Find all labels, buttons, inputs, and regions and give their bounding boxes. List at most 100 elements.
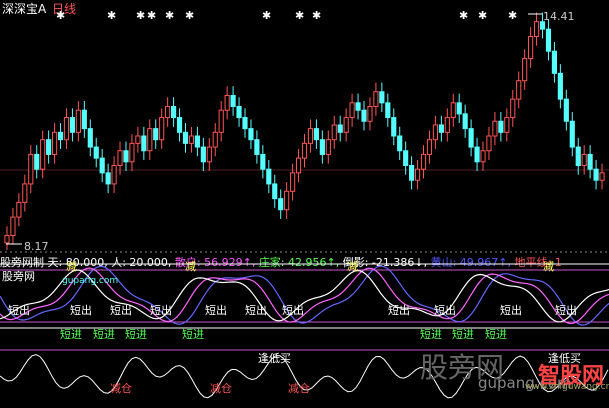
- reduce-mark: 减: [185, 260, 196, 273]
- candle-body: [99, 157, 105, 174]
- signal-star-icon: ✱: [312, 9, 322, 22]
- candle-body: [426, 139, 433, 155]
- candle-body: [165, 106, 171, 119]
- short-in-mark: 短进: [452, 328, 474, 341]
- candle-body: [236, 106, 242, 119]
- candle-body: [581, 153, 587, 166]
- short-out-mark: 短出: [245, 304, 267, 317]
- reduce-mark: 减: [543, 260, 554, 273]
- candle-body: [105, 172, 111, 185]
- signal-star-icon: ✱: [56, 9, 66, 22]
- candle-body: [75, 109, 81, 133]
- candle-body: [575, 146, 581, 166]
- short-out-mark: 短出: [388, 304, 410, 317]
- reduce-warehouse-mark: 减仓: [288, 382, 310, 395]
- candle-body: [587, 153, 593, 170]
- short-out-mark: 短出: [500, 304, 522, 317]
- candle-body: [248, 128, 254, 141]
- candle-body: [87, 128, 93, 148]
- candle-body: [117, 150, 123, 166]
- indicator-panel-2[interactable]: 逢低买 逢低买 减仓 减仓 减仓 股旁网 gupang.com 智股网 www.…: [0, 342, 609, 408]
- signal-star-icon: ✱: [478, 9, 488, 22]
- high-price-label: 14.41: [543, 10, 575, 23]
- candle-body: [313, 128, 319, 141]
- candle-body: [81, 109, 87, 130]
- candlestick-chart[interactable]: [0, 0, 609, 250]
- candle-body: [599, 172, 605, 181]
- candle-body: [51, 131, 58, 155]
- candle-body: [171, 106, 177, 119]
- candle-body: [385, 102, 391, 119]
- candle-body: [593, 168, 599, 181]
- reduce-warehouse-mark: 减仓: [110, 382, 132, 395]
- short-in-mark: 短进: [182, 328, 204, 341]
- candle-body: [456, 102, 462, 115]
- candle-body: [349, 102, 355, 119]
- candle-body: [22, 183, 28, 203]
- candle-body: [182, 131, 189, 144]
- short-out-mark: 短出: [434, 304, 456, 317]
- candle-body: [40, 139, 46, 170]
- candle-body: [432, 124, 438, 141]
- candle-body: [224, 94, 230, 111]
- candle-body: [528, 35, 534, 60]
- candle-body: [57, 131, 64, 141]
- short-out-mark: 短出: [110, 304, 132, 317]
- indicator-panel-1[interactable]: 股旁网 gupang.com 短出 短出 短出 短出 短出 短出 短出 短出 短…: [0, 250, 609, 342]
- candle-body: [290, 172, 296, 192]
- candle-body: [278, 198, 284, 211]
- reduce-mark: 减: [66, 260, 77, 273]
- candle-body: [373, 91, 379, 108]
- candle-body: [301, 142, 308, 159]
- signal-star-icon: ✱: [459, 9, 469, 22]
- candle-body: [486, 135, 492, 152]
- candle-body: [153, 128, 159, 141]
- candle-body: [194, 135, 200, 148]
- short-out-mark: 短出: [8, 304, 30, 317]
- reduce-warehouse-mark: 减仓: [210, 382, 232, 395]
- watermark-url: gupang.com: [62, 276, 119, 286]
- candle-body: [147, 128, 153, 152]
- candle-body: [510, 98, 516, 119]
- candle-body: [129, 142, 135, 163]
- stock-name: 深深宝A: [2, 2, 47, 16]
- buy-low-note: 逢低买: [258, 352, 291, 365]
- candle-body: [438, 124, 444, 133]
- candle-body: [46, 139, 52, 155]
- signal-star-icon: ✱: [508, 9, 518, 22]
- candle-body: [474, 146, 480, 163]
- candle-body: [409, 164, 415, 181]
- candle-body: [242, 117, 248, 130]
- main-chart-panel[interactable]: 深深宝A 日线 14.41 8.17 ✱ ✱ ✱ ✱ ✱ ✱ ✱ ✱ ✱ ✱ ✱…: [0, 0, 609, 253]
- signal-star-icon: ✱: [136, 9, 146, 22]
- candle-body: [123, 150, 129, 163]
- short-in-mark: 短进: [485, 328, 507, 341]
- short-out-mark: 短出: [150, 304, 172, 317]
- short-in-mark: 短进: [420, 328, 442, 341]
- short-out-mark: 短出: [205, 304, 227, 317]
- candle-body: [307, 128, 314, 144]
- candle-body: [218, 109, 224, 133]
- candle-body: [28, 153, 34, 185]
- signal-star-icon: ✱: [262, 9, 272, 22]
- candle-body: [522, 58, 528, 82]
- short-out-mark: 短出: [70, 304, 92, 317]
- candle-body: [188, 135, 195, 144]
- candle-body: [557, 72, 563, 100]
- candle-body: [159, 117, 165, 141]
- signal-star-icon: ✱: [147, 9, 157, 22]
- candle-body: [93, 146, 99, 159]
- candle-body: [450, 102, 456, 119]
- candle-body: [176, 117, 183, 133]
- candle-body: [284, 190, 290, 211]
- candle-body: [403, 150, 409, 166]
- candle-body: [141, 135, 147, 152]
- candle-body: [414, 168, 421, 181]
- candle-body: [260, 153, 266, 170]
- candle-body: [379, 91, 385, 104]
- candle-body: [69, 117, 76, 133]
- candle-body: [111, 164, 117, 185]
- candle-body: [295, 157, 302, 174]
- candle-body: [63, 117, 70, 141]
- candle-body: [325, 139, 331, 155]
